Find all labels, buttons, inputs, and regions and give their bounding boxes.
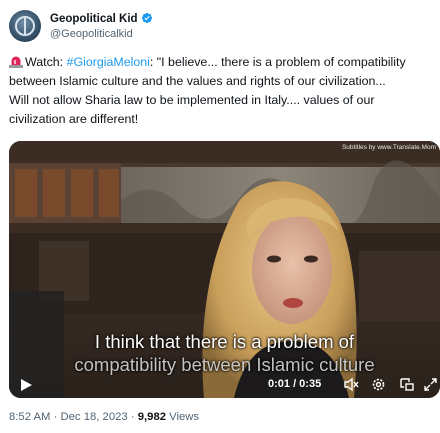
tweet-line-4: civilization are different! [9, 112, 139, 126]
tweet-text: Watch: #GiorgiaMeloni: "I believe... the… [9, 53, 440, 129]
video-caption-line-1: I think that there is a problem of [94, 331, 355, 352]
author-display-name[interactable]: Geopolitical Kid [50, 12, 153, 25]
hashtag-link[interactable]: #GiorgiaMeloni [67, 55, 150, 69]
settings-icon[interactable] [371, 377, 386, 392]
tweet-header: Geopolitical Kid @Geopoliticalkid [9, 9, 429, 43]
fullscreen-icon[interactable] [423, 377, 438, 392]
display-name-text: Geopolitical Kid [50, 13, 138, 25]
video-player[interactable]: Subtitles by www.Translate.Mom I think t… [9, 141, 440, 398]
subtitle-credit: Subtitles by www.Translate.Mom [341, 144, 436, 151]
author-avatar[interactable] [9, 10, 41, 42]
views-count: 9,982 [137, 411, 167, 423]
tweet-timestamp[interactable]: 8:52 AM · Dec 18, 2023 · [9, 411, 138, 423]
globe-icon [15, 16, 35, 36]
video-time: 0:01 / 0:35 [268, 378, 322, 390]
tweet-meta: 8:52 AM · Dec 18, 2023 · 9,982 Views [9, 411, 199, 423]
picture-in-picture-icon[interactable] [399, 377, 414, 392]
tweet-line-2: between Islamic culture and the values a… [9, 74, 386, 88]
volume-icon[interactable] [344, 377, 359, 392]
tweet-line-1-rest: : "I believe... there is a problem of co… [149, 55, 406, 69]
play-icon[interactable] [19, 378, 33, 392]
video-controls: 0:01 / 0:35 [9, 372, 440, 398]
siren-icon [9, 56, 23, 68]
author-handle[interactable]: @Geopoliticalkid [50, 28, 133, 40]
verified-badge-icon [141, 12, 152, 24]
views-label: Views [166, 411, 200, 423]
tweet-line-3: Will not allow Sharia law to be implemen… [9, 93, 375, 107]
tweet-line-1: Watch: #GiorgiaMeloni: "I believe... the… [9, 53, 440, 72]
tweet-prefix: Watch: [25, 55, 67, 69]
